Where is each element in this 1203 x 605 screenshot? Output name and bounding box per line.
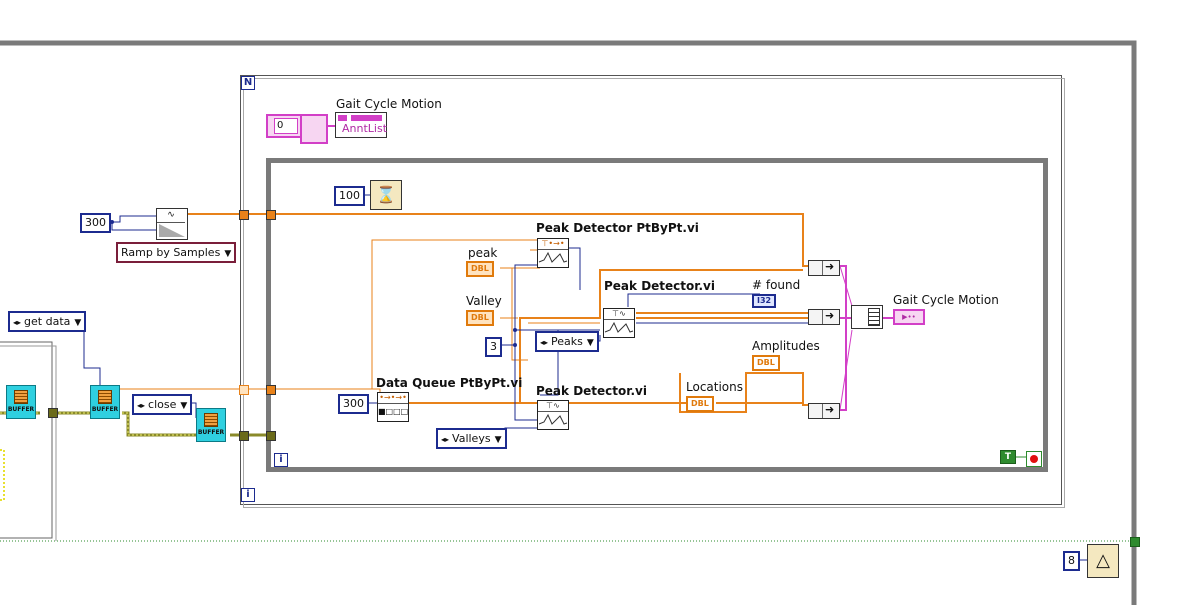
gait-cycle-array-constant[interactable]: 0: [266, 114, 302, 138]
peak-detector-1-vi[interactable]: ⊤∿: [603, 308, 635, 338]
annt-list-constant[interactable]: AnntList: [335, 112, 387, 138]
tunnel-ramp-outer: [239, 210, 249, 220]
valleys-value: Valleys: [452, 432, 491, 445]
peak-detector-ptbypt-vi[interactable]: ⊤•→•: [537, 238, 569, 268]
ptbypt-header-icon: ⊤•→•: [538, 239, 568, 250]
build-array-node[interactable]: [851, 305, 883, 329]
ramp-slope-icon: [159, 224, 185, 237]
peak-input-label: peak: [468, 246, 498, 260]
bundle-arrow-icon: ➜: [825, 260, 835, 273]
locations-label: Locations: [686, 380, 744, 394]
peak-detector-header-icon: ⊤∿: [538, 401, 568, 412]
locations-indicator: DBL: [686, 396, 714, 412]
peak-detector-header-icon: ⊤∿: [604, 309, 634, 320]
data-queue-vi[interactable]: •→•→• ■□□□: [377, 392, 409, 422]
queue-body-icon: ■□□□: [378, 407, 409, 416]
annt-list-label: AnntList: [342, 122, 388, 135]
stop-red-dot-icon: [1030, 455, 1038, 463]
cluster-box-icon: [300, 114, 328, 144]
buffer-label: BUFFER: [197, 429, 225, 436]
for-loop-count-terminal: N: [241, 76, 255, 90]
get-data-value: get data: [24, 315, 71, 328]
ring-increment-icon: ◂▸: [540, 338, 549, 347]
ramp-generator-icon: ∿: [156, 208, 188, 240]
array-index-display[interactable]: 0: [274, 118, 298, 134]
peak-input-dbl[interactable]: DBL: [466, 261, 494, 277]
metronome-icon: △: [1087, 544, 1119, 578]
close-ring[interactable]: ◂▸ close ▼: [132, 394, 193, 415]
buffer-vi-1[interactable]: BUFFER: [6, 385, 36, 419]
amplitudes-indicator: DBL: [752, 355, 780, 371]
tunnel-shift-left: [48, 408, 58, 418]
ramp-mode-ring[interactable]: Ramp by Samples ▼: [116, 242, 237, 263]
ring-increment-icon: ◂▸: [441, 435, 450, 444]
peak-detector-2-label: Peak Detector.vi: [536, 384, 647, 398]
buffer-grid-icon: [98, 390, 112, 404]
wait-ms-icon: ⌛: [370, 180, 402, 210]
peak-waveform-icon: [538, 250, 568, 267]
found-indicator: I32: [752, 294, 777, 308]
tunnel-data-inner: [266, 385, 276, 395]
stop-terminal-icon: [1026, 451, 1042, 467]
peaks-ring[interactable]: ◂▸ Peaks ▼: [535, 331, 599, 352]
ring-dropdown-icon: ▼: [74, 318, 82, 328]
gait-cycle-output-indicator: ▶••: [893, 309, 925, 325]
bundle-arrow-icon: ➜: [825, 309, 835, 322]
buffer-grid-icon: [14, 390, 28, 404]
bundle-divider: [822, 310, 823, 324]
width-constant[interactable]: 3: [485, 337, 502, 357]
buffer-label: BUFFER: [91, 406, 119, 413]
tunnel-ramp-inner: [266, 210, 276, 220]
ring-increment-icon: ◂▸: [13, 318, 22, 327]
tunnel-case-right: [1130, 537, 1140, 547]
peak-waveform-icon: [604, 320, 634, 337]
tunnel-ref-outer: [239, 431, 249, 441]
gait-cycle-top-label: Gait Cycle Motion: [336, 97, 442, 111]
buffer-vi-2[interactable]: BUFFER: [90, 385, 120, 419]
for-loop-index-terminal: i: [241, 488, 255, 502]
data-queue-label: Data Queue PtByPt.vi: [376, 376, 523, 390]
found-label: # found: [752, 278, 801, 292]
ramp-wave-icon: ∿: [157, 209, 185, 223]
ring-increment-icon: ◂▸: [137, 401, 146, 410]
bundle-node-3[interactable]: ➜: [808, 403, 840, 419]
gait-cycle-output-label: Gait Cycle Motion: [893, 293, 999, 307]
build-array-grid-icon: [868, 308, 880, 326]
bundle-node-1[interactable]: ➜: [808, 260, 840, 276]
ring-dropdown-icon: ▼: [224, 249, 232, 259]
bundle-divider: [822, 261, 823, 275]
ramp-mode-value: Ramp by Samples: [121, 246, 221, 259]
peak-detector-ptbypt-label: Peak Detector PtByPt.vi: [536, 221, 699, 235]
bundle-arrow-icon: ➜: [825, 403, 835, 416]
ring-dropdown-icon: ▼: [180, 401, 188, 411]
queue-header-icon: •→•→•: [378, 393, 408, 404]
peaks-value: Peaks: [551, 335, 583, 348]
annt-list-bar-icon: [338, 115, 382, 121]
peak-waveform-icon: [538, 412, 568, 429]
valley-dbl[interactable]: DBL: [466, 310, 494, 326]
peak-detector-2-vi[interactable]: ⊤∿: [537, 400, 569, 430]
amplitudes-label: Amplitudes: [752, 339, 820, 353]
peak-detector-1-label: Peak Detector.vi: [604, 279, 715, 293]
bundle-node-2[interactable]: ➜: [808, 309, 840, 325]
tunnel-data-outer: [239, 385, 249, 395]
data-queue-size-constant[interactable]: 300: [338, 394, 369, 414]
get-data-ring[interactable]: ◂▸ get data ▼: [8, 311, 87, 332]
ring-dropdown-icon: ▼: [586, 338, 594, 348]
close-value: close: [148, 398, 177, 411]
valley-label: Valley: [466, 294, 502, 308]
buffer-grid-icon: [204, 413, 218, 427]
tunnel-ref-inner: [266, 431, 276, 441]
buffer-vi-3[interactable]: BUFFER: [196, 408, 226, 442]
ring-dropdown-icon: ▼: [494, 435, 502, 445]
bundle-divider: [822, 404, 823, 418]
samples-constant[interactable]: 300: [80, 213, 111, 233]
wait-ms-constant[interactable]: 100: [334, 186, 365, 206]
while-loop-index-terminal: i: [274, 453, 288, 467]
stop-true-constant[interactable]: T: [1000, 450, 1016, 464]
buffer-label: BUFFER: [7, 406, 35, 413]
metronome-constant[interactable]: 8: [1063, 551, 1080, 571]
valleys-ring[interactable]: ◂▸ Valleys ▼: [436, 428, 507, 449]
